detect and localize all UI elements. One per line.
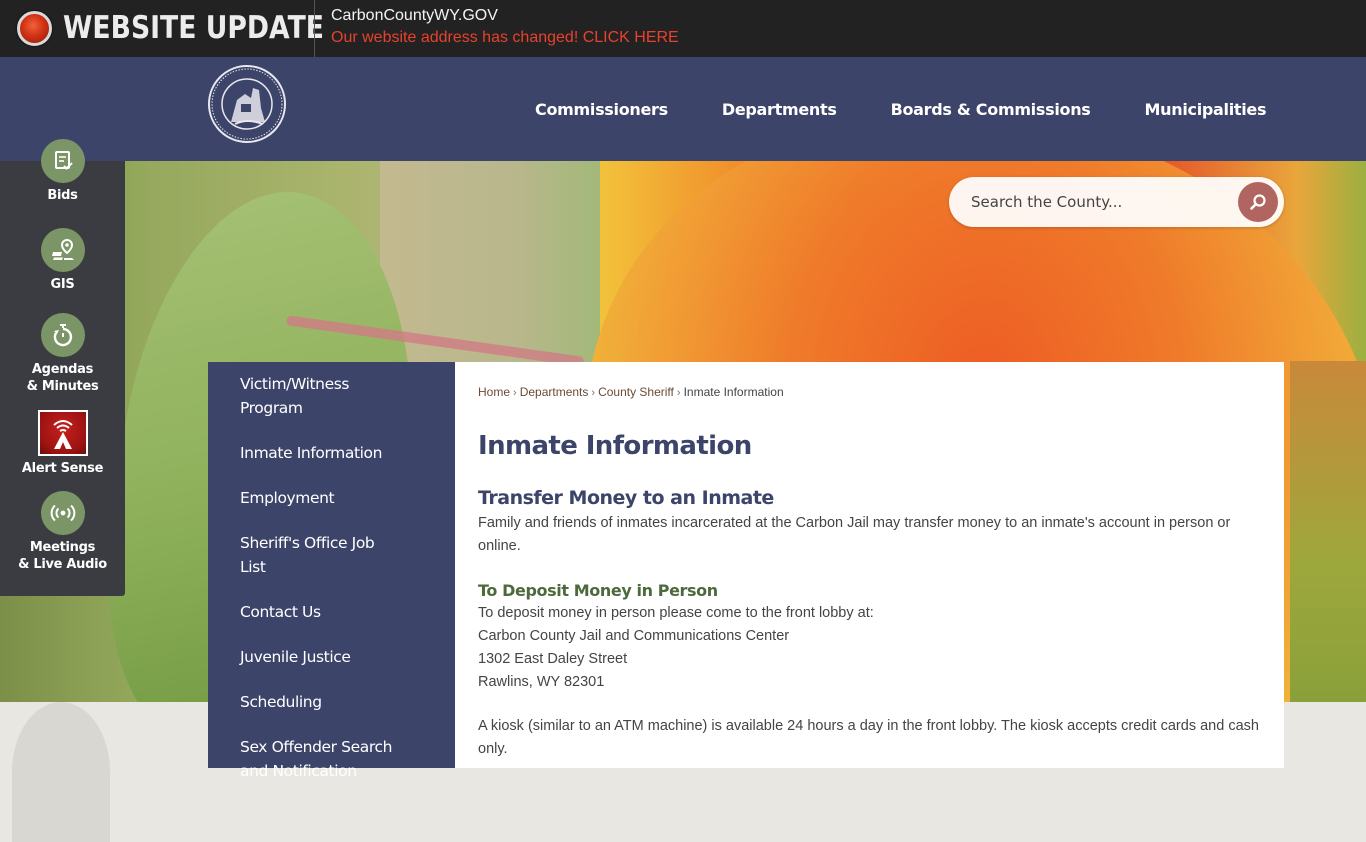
subnav-sex-offender-search[interactable]: Sex Offender Search and Notification	[208, 735, 428, 783]
county-seal-logo[interactable]	[207, 64, 287, 144]
breadcrumb-departments[interactable]: Departments	[520, 385, 589, 399]
map-pin-icon	[40, 228, 85, 272]
breadcrumb-separator: ›	[591, 387, 596, 399]
breadcrumb-separator: ›	[676, 387, 681, 399]
subnav-victim-witness[interactable]: Victim/Witness Program	[208, 372, 408, 420]
search-icon	[1250, 194, 1266, 210]
main-nav: Commissioners Departments Boards & Commi…	[508, 57, 1293, 161]
banner-divider	[314, 0, 315, 57]
subnav-job-list[interactable]: Sheriff's Office Job List	[208, 531, 408, 579]
subnav-employment[interactable]: Employment	[208, 486, 455, 510]
red-alert-icon	[17, 11, 52, 46]
alert-sense-icon	[37, 410, 88, 456]
deposit-instructions: To deposit money in person please come t…	[478, 605, 874, 621]
label-line: Agendas	[31, 362, 94, 377]
breadcrumb-county-sheriff[interactable]: County Sheriff	[598, 385, 674, 399]
hero-right-edge	[1290, 361, 1366, 702]
bids-checklist-icon	[40, 139, 85, 183]
nav-departments[interactable]: Departments	[695, 100, 864, 119]
search-box	[949, 177, 1284, 227]
quick-links-sidebar: Bids GIS Agendas & Minutes Alert Sense Me…	[0, 139, 125, 596]
breadcrumb-current: Inmate Information	[683, 385, 784, 399]
label-line: Meetings	[29, 540, 96, 555]
website-changed-link[interactable]: Our website address has changed! CLICK H…	[331, 29, 679, 47]
quick-link-meetings[interactable]: Meetings & Live Audio	[0, 491, 125, 573]
nav-municipalities[interactable]: Municipalities	[1118, 100, 1294, 119]
main-content: Home › Departments › County Sheriff › Inmate I…	[455, 362, 1284, 768]
quick-link-alert-sense[interactable]: Alert Sense	[0, 410, 125, 477]
subnav-inmate-information[interactable]: Inmate Information	[208, 441, 455, 465]
quick-link-agendas[interactable]: Agendas & Minutes	[0, 313, 125, 395]
quick-link-gis[interactable]: GIS	[0, 228, 125, 293]
subnav-juvenile-justice[interactable]: Juvenile Justice	[208, 645, 455, 669]
quick-link-label: Bids	[47, 188, 78, 203]
subsection-heading: To Deposit Money in Person	[478, 581, 718, 600]
breadcrumb-home[interactable]: Home	[478, 385, 510, 399]
intro-paragraph: Family and friends of inmates incarcerat…	[478, 515, 1231, 554]
kiosk-paragraph: A kiosk (similar to an ATM machine) is a…	[478, 718, 1259, 757]
quick-link-label: Agendas & Minutes	[0, 361, 125, 395]
section-heading: Transfer Money to an Inmate	[478, 487, 774, 509]
seal-icon	[208, 65, 286, 143]
decorative-shape	[12, 702, 110, 842]
site-header: Commissioners Departments Boards & Commi…	[0, 57, 1366, 161]
quick-link-label: Meetings & Live Audio	[0, 539, 125, 573]
subnav-scheduling[interactable]: Scheduling	[208, 690, 455, 714]
banner-site-name: CarbonCountyWY.GOV	[331, 7, 498, 24]
label-line: & Minutes	[26, 379, 99, 394]
search-input[interactable]	[971, 177, 1231, 227]
address-line-1: Carbon County Jail and Communications Ce…	[478, 628, 790, 644]
subnav-contact-us[interactable]: Contact Us	[208, 600, 455, 624]
search-button[interactable]	[1238, 182, 1278, 222]
broadcast-icon	[40, 491, 85, 535]
quick-link-bids[interactable]: Bids	[0, 139, 125, 204]
address-line-3: Rawlins, WY 82301	[478, 674, 605, 690]
breadcrumb: Home › Departments › County Sheriff › Inmate I…	[478, 385, 1261, 399]
quick-link-label: Alert Sense	[21, 461, 104, 476]
stopwatch-icon	[40, 313, 85, 357]
address-line-2: 1302 East Daley Street	[478, 651, 628, 667]
breadcrumb-separator: ›	[513, 387, 517, 399]
label-line: & Live Audio	[18, 557, 107, 572]
sheriff-subnav: Victim/Witness Program Inmate Informatio…	[208, 362, 455, 780]
banner-title: WEBSITE UPDATE	[63, 10, 325, 46]
nav-boards-commissions[interactable]: Boards & Commissions	[864, 100, 1118, 119]
quick-link-label: GIS	[50, 277, 75, 292]
page-title: Inmate Information	[478, 431, 752, 461]
nav-commissioners[interactable]: Commissioners	[508, 100, 695, 119]
website-update-banner: WEBSITE UPDATE CarbonCountyWY.GOV Our we…	[0, 0, 1366, 57]
